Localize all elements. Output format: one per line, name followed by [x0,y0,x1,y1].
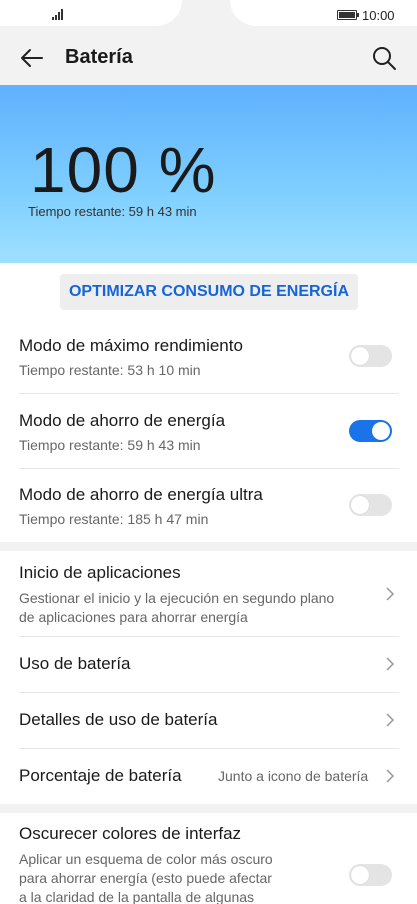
mode-subtitle: Tiempo restante: 185 h 47 min [19,511,209,527]
row-description: Aplicar un esquema de color más oscuro [19,851,273,867]
row-title: Uso de batería [19,654,131,673]
row-description: para ahorrar energía (esto puede afectar [19,870,272,886]
mode-title: Modo de ahorro de energía [19,411,226,430]
row-description: Gestionar el inicio y la ejecución en se… [19,590,335,606]
mode-performance-row[interactable]: Modo de máximo rendimiento Tiempo restan… [0,334,417,394]
remaining-time: Tiempo restante: 59 h 43 min [28,204,197,219]
divider [19,468,399,469]
section-separator [0,804,417,813]
mode-title: Modo de ahorro de energía ultra [19,485,263,504]
battery-percentage-value: Junto a icono de batería [218,768,369,784]
status-clock: 10:00 [362,8,395,23]
mode-subtitle: Tiempo restante: 53 h 10 min [19,362,201,378]
chevron-right-icon [383,587,397,601]
app-header: Batería [0,30,417,85]
power-saving-toggle[interactable] [349,420,392,442]
mode-ultra-saving-row[interactable]: Modo de ahorro de energía ultra Tiempo r… [0,484,417,544]
signal-icon [52,8,68,20]
battery-summary-panel: 100 % Tiempo restante: 59 h 43 min [0,85,417,263]
divider [19,393,399,394]
optimize-button[interactable]: OPTIMIZAR CONSUMO DE ENERGÍA [60,274,358,310]
performance-mode-toggle[interactable] [349,345,392,367]
row-title: Inicio de aplicaciones [19,563,181,582]
battery-usage-row[interactable]: Uso de batería [0,654,417,684]
mode-title: Modo de máximo rendimiento [19,336,243,355]
status-bar: 10:00 [0,0,417,30]
darken-interface-row[interactable]: Oscurecer colores de interfaz Aplicar un… [0,824,417,904]
row-title: Porcentaje de batería [19,766,182,785]
divider [19,692,399,693]
section-separator [0,542,417,551]
mode-power-saving-row[interactable]: Modo de ahorro de energía Tiempo restant… [0,409,417,469]
darken-interface-toggle[interactable] [349,864,392,886]
chevron-right-icon [383,769,397,783]
divider [19,636,399,637]
chevron-right-icon [383,657,397,671]
row-description: de aplicaciones para ahorrar energía [19,609,248,625]
row-description: a la claridad de la pantalla de algunas [19,889,255,904]
search-icon[interactable] [370,44,398,72]
battery-percentage-row[interactable]: Porcentaje de batería Junto a icono de b… [0,766,417,796]
back-arrow-icon[interactable] [18,44,46,72]
battery-status-icon [337,10,359,20]
ultra-saving-toggle[interactable] [349,494,392,516]
chevron-right-icon [383,713,397,727]
divider [19,748,399,749]
page-title: Batería [65,46,133,68]
battery-percent: 100 % [30,134,217,206]
app-launch-row[interactable]: Inicio de aplicaciones Gestionar el inic… [0,563,417,635]
mode-subtitle: Tiempo restante: 59 h 43 min [19,437,201,453]
row-title: Oscurecer colores de interfaz [19,824,242,843]
row-title: Detalles de uso de batería [19,710,218,729]
battery-usage-details-row[interactable]: Detalles de uso de batería [0,710,417,740]
